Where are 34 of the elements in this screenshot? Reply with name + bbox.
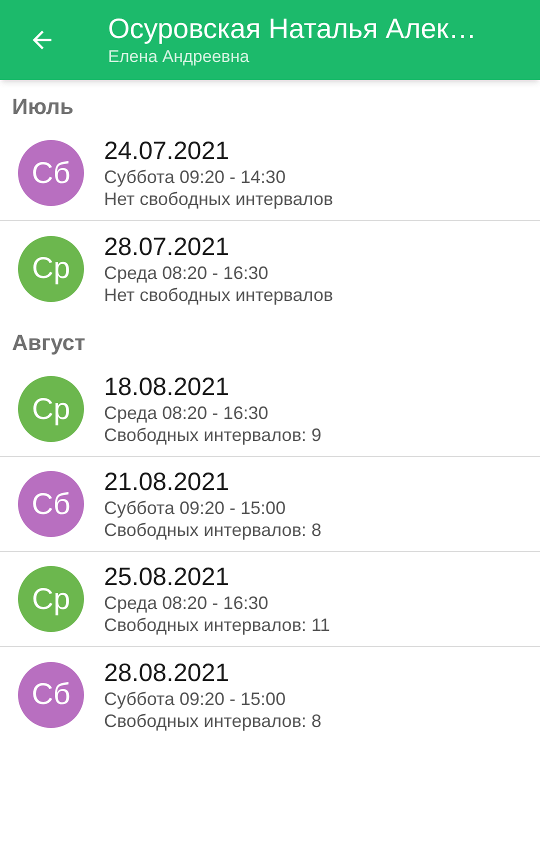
- intervals-text: Нет свободных интервалов: [104, 188, 334, 210]
- schedule-text: Среда 08:20 - 16:30: [104, 592, 270, 614]
- schedule-text: Суббота 09:20 - 15:00: [104, 497, 287, 519]
- intervals-text: Свободных интервалов: 8: [104, 519, 322, 541]
- date-text: 25.08.2021: [104, 562, 230, 592]
- date-text: 18.08.2021: [104, 372, 230, 402]
- day-avatar: Ср: [18, 236, 84, 302]
- date-text: 21.08.2021: [104, 467, 230, 497]
- intervals-text: Нет свободных интервалов: [104, 284, 334, 306]
- section-heading: Август: [12, 329, 86, 357]
- schedule-item[interactable]: Сб 28.08.2021 Суббота 09:20 - 15:00 Свободных интервалов: 8: [0, 647, 540, 742]
- day-avatar: Сб: [18, 140, 84, 206]
- schedule-item[interactable]: Ср 18.08.2021 Среда 08:20 - 16:30 Свободных интервалов: 9: [0, 362, 540, 457]
- date-text: 28.08.2021: [104, 658, 230, 688]
- schedule-text: Суббота 09:20 - 15:00: [104, 688, 287, 710]
- day-avatar: Сб: [18, 471, 84, 537]
- schedule-text: Среда 08:20 - 16:30: [104, 262, 270, 284]
- schedule-text: Суббота 09:20 - 14:30: [104, 166, 287, 188]
- app-bar-title: Осуровская Наталья Алек…: [108, 12, 477, 46]
- day-avatar: Ср: [18, 376, 84, 442]
- intervals-text: Свободных интервалов: 11: [104, 614, 330, 636]
- day-avatar: Сб: [18, 662, 84, 728]
- section-heading: Июль: [12, 93, 74, 121]
- app-bar-subtitle: Елена Андреевна: [108, 46, 250, 68]
- schedule-item[interactable]: Сб 24.07.2021 Суббота 09:20 - 14:30 Нет свободных интервалов: [0, 126, 540, 221]
- day-avatar: Ср: [18, 566, 84, 632]
- schedule-item[interactable]: Сб 21.08.2021 Суббота 09:20 - 15:00 Свободных интервалов: 8: [0, 457, 540, 552]
- schedule-item[interactable]: Ср 25.08.2021 Среда 08:20 - 16:30 Свободных интервалов: 11: [0, 552, 540, 647]
- schedule-text: Среда 08:20 - 16:30: [104, 402, 270, 424]
- schedule-item[interactable]: Ср 28.07.2021 Среда 08:20 - 16:30 Нет свободных интервалов: [0, 221, 540, 316]
- date-text: 28.07.2021: [104, 232, 230, 262]
- intervals-text: Свободных интервалов: 9: [104, 424, 322, 446]
- date-text: 24.07.2021: [104, 136, 230, 166]
- intervals-text: Свободных интервалов: 8: [104, 710, 322, 732]
